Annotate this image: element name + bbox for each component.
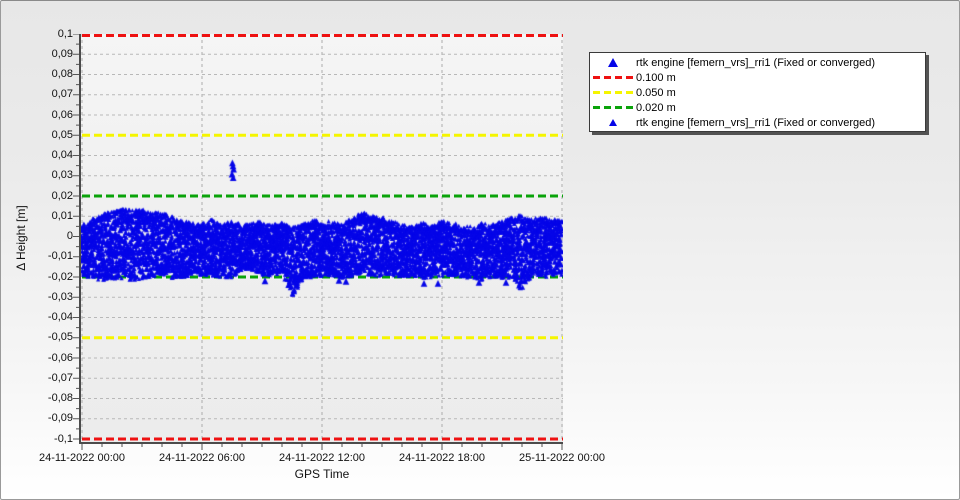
dash-swatch bbox=[593, 76, 633, 79]
rtk-height-chart: Δ Height [m] GPS Time 0,1 0,09 0,08 0,07 0,0… bbox=[0, 0, 960, 500]
legend-item: rtk engine [femern_vrs]_rri1 (Fixed or c… bbox=[590, 55, 925, 70]
y-tick-label: 0 bbox=[66, 230, 73, 242]
x-axis-ticks bbox=[81, 444, 563, 450]
y-tick-label: -0,09 bbox=[47, 412, 73, 425]
legend-item: rtk engine [femern_vrs]_rri1 (Fixed or c… bbox=[590, 115, 925, 130]
triangle-marker-icon bbox=[590, 119, 636, 126]
y-tick-label: -0,01 bbox=[47, 250, 73, 263]
y-tick-label: -0,1 bbox=[54, 432, 73, 445]
dashed-line-icon bbox=[590, 76, 636, 79]
legend-item: 0.100 m bbox=[590, 70, 925, 85]
y-tick-label: 0,09 bbox=[51, 47, 73, 60]
y-tick-label: 0,05 bbox=[51, 128, 73, 141]
y-tick-label: 0,02 bbox=[51, 189, 73, 202]
legend-label: 0.020 m bbox=[636, 101, 676, 114]
scatter-data-canvas bbox=[81, 34, 563, 442]
x-axis-title: GPS Time bbox=[294, 467, 350, 481]
y-tick-label: -0,02 bbox=[47, 270, 73, 283]
y-tick-label: -0,08 bbox=[47, 392, 73, 404]
dashed-line-icon bbox=[590, 106, 636, 109]
triangle-marker-icon bbox=[590, 58, 636, 67]
y-tick-label: -0,06 bbox=[47, 351, 73, 364]
legend-label: rtk engine [femern_vrs]_rri1 (Fixed or c… bbox=[636, 116, 876, 129]
x-tick-label: 25-11-2022 00:00 bbox=[518, 452, 606, 464]
legend-label: rtk engine [femern_vrs]_rri1 (Fixed or c… bbox=[636, 56, 876, 69]
y-tick-label: 0,04 bbox=[51, 149, 73, 161]
y-tick-label: 0,01 bbox=[51, 209, 73, 222]
dashed-line-icon bbox=[590, 91, 636, 94]
y-tick-label: -0,04 bbox=[47, 311, 73, 323]
legend-item: 0.020 m bbox=[590, 100, 925, 115]
gridlines-and-threshold-lines bbox=[81, 34, 563, 442]
legend-label: 0.100 m bbox=[636, 71, 676, 84]
y-tick-label: -0,03 bbox=[47, 290, 73, 303]
y-tick-label: 0,07 bbox=[51, 88, 73, 101]
legend-label: 0.050 m bbox=[636, 86, 676, 99]
legend: rtk engine [femern_vrs]_rri1 (Fixed or c… bbox=[589, 52, 926, 132]
y-tick-label: -0,05 bbox=[47, 331, 73, 344]
y-tick-label: -0,07 bbox=[47, 371, 73, 384]
y-tick-label: 0,1 bbox=[57, 27, 73, 40]
legend-item: 0.050 m bbox=[590, 85, 925, 100]
y-tick-label: 0,06 bbox=[51, 108, 73, 121]
plot-area bbox=[79, 34, 563, 444]
dash-swatch bbox=[593, 106, 633, 109]
y-tick-label: 0,08 bbox=[51, 68, 73, 80]
y-tick-label: 0,03 bbox=[51, 169, 73, 182]
triangle-marker bbox=[608, 58, 618, 67]
triangle-marker bbox=[609, 119, 617, 126]
dash-swatch bbox=[593, 91, 633, 94]
